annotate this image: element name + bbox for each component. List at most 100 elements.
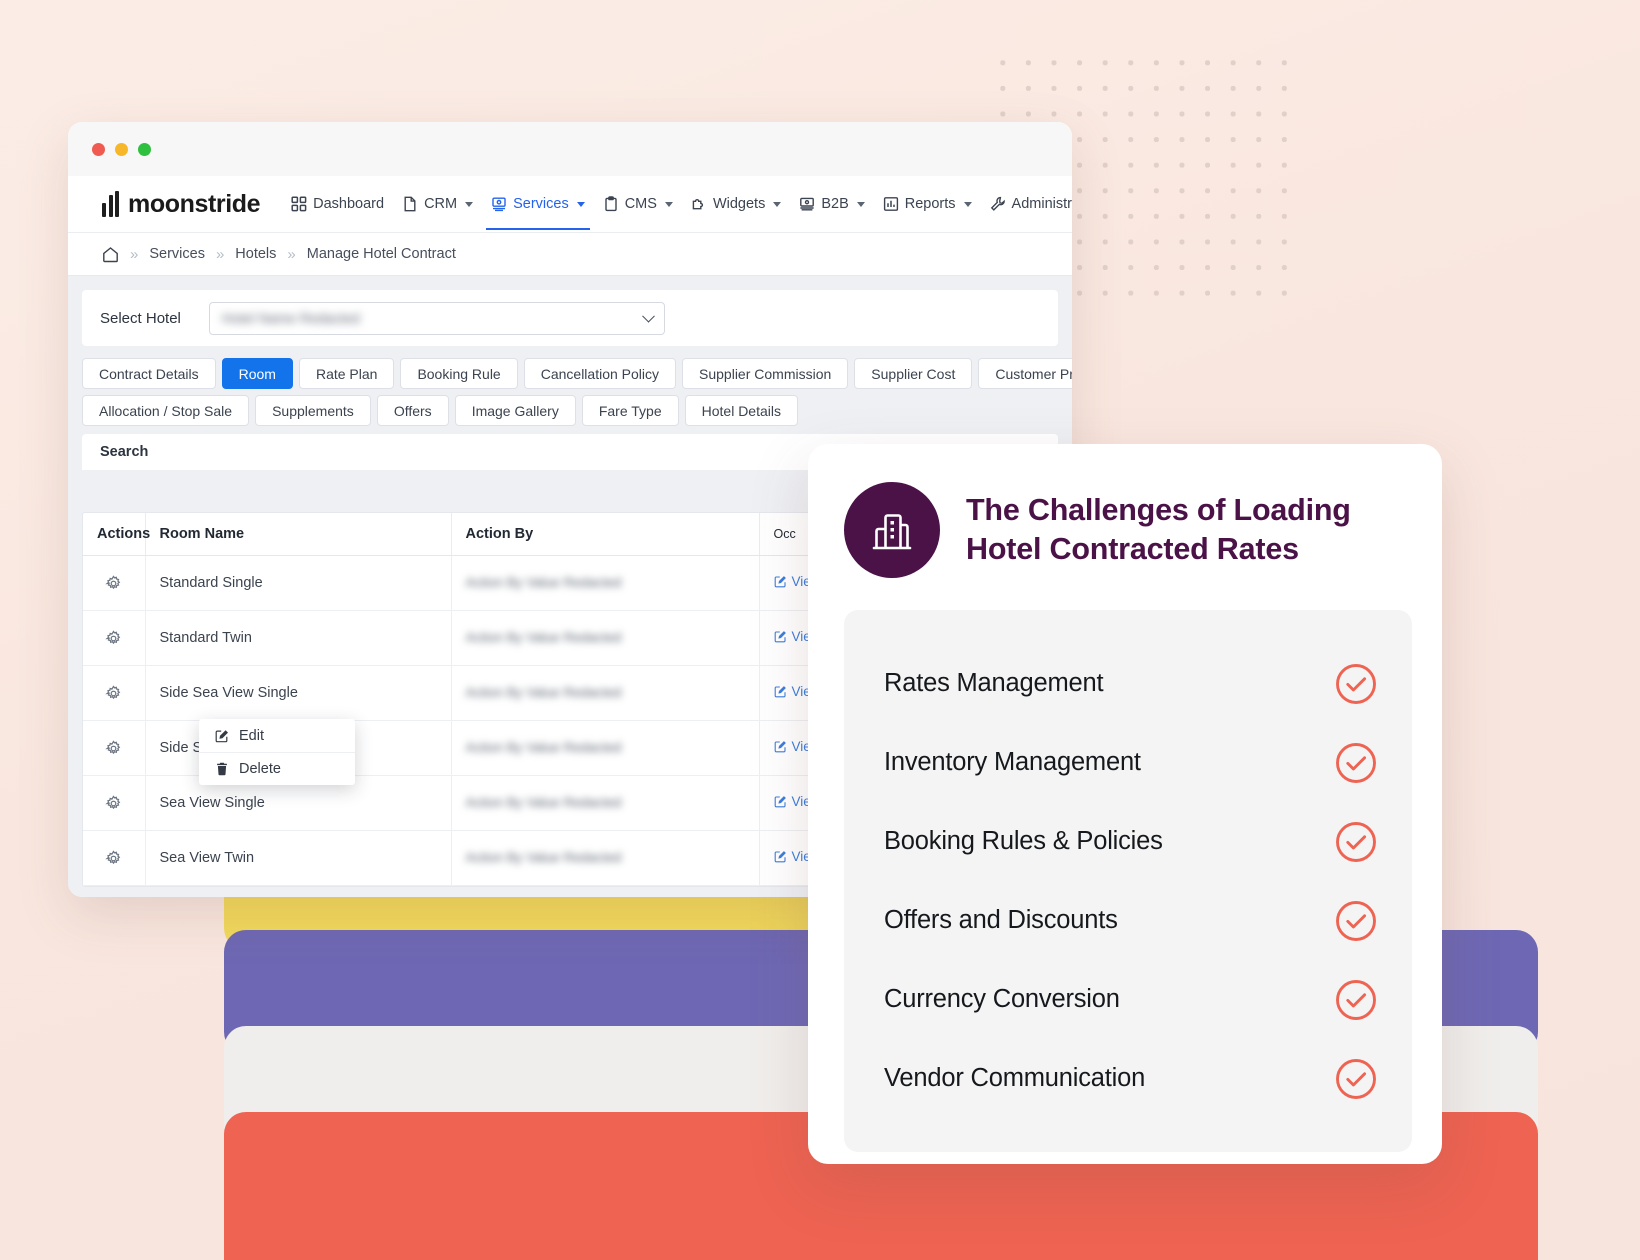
hotel-select-dropdown[interactable]: Hotel Name Redacted [208,301,665,335]
gear-icon[interactable] [97,794,131,812]
tab-customer-price[interactable]: Customer Price [978,358,1072,389]
select-hotel-label: Select Hotel [100,309,181,327]
chevron-down-icon [465,201,474,207]
contract-tabs: Contract Details Room Rate Plan Booking … [82,358,1072,426]
nav-label: CMS [624,196,657,212]
feature-item-label: Inventory Management [884,748,1141,776]
row-context-menu: Edit Delete [199,719,355,785]
browser-titlebar [68,122,1072,176]
breadcrumb-separator: » [287,245,296,263]
nav-item-cms[interactable]: CMS [594,178,682,230]
row-actions-cell[interactable] [83,665,146,721]
chevron-down-icon [963,201,972,207]
nav-item-widgets[interactable]: Widgets [682,178,790,230]
tab-allocation-stop-sale[interactable]: Allocation / Stop Sale [82,395,250,426]
breadcrumb: » Services » Hotels » Manage Hotel Contr… [68,232,1072,276]
column-header-actions: Actions [83,513,150,556]
nav-item-b2b[interactable]: B2B [790,178,873,230]
context-menu-label: Delete [239,761,281,777]
context-menu-item-edit[interactable]: Edit [199,719,355,752]
context-menu-label: Edit [239,727,264,744]
context-menu-item-delete[interactable]: Delete [199,752,355,785]
chevron-down-icon [856,201,865,207]
chevron-down-icon [664,201,673,207]
feature-list-item: Currency Conversion [884,960,1378,1039]
action-by-value: Action By Value Redacted [465,630,622,645]
row-actions-cell[interactable] [83,610,146,666]
column-header-action-by: Action By [451,513,760,556]
gear-icon[interactable] [97,684,131,702]
window-minimize-button[interactable] [115,142,128,156]
breadcrumb-item-services[interactable]: Services [149,246,205,262]
row-actions-cell[interactable] [83,555,146,611]
action-by-value: Action By Value Redacted [465,850,622,865]
nav-label: Dashboard [313,196,385,212]
gear-icon[interactable] [97,629,131,647]
action-by-value: Action By Value Redacted [465,685,622,700]
feature-item-label: Offers and Discounts [884,906,1118,934]
nav-label: Widgets [712,196,766,212]
bar-chart-icon [883,196,899,212]
cell-action-by: Action By Value Redacted [451,775,760,831]
window-maximize-button[interactable] [138,142,151,156]
cell-action-by: Action By Value Redacted [451,830,760,886]
cell-action-by: Action By Value Redacted [451,610,760,666]
contract-tabs-row-1: Contract Details Room Rate Plan Booking … [82,358,1072,389]
cell-action-by: Action By Value Redacted [451,720,760,776]
tab-fare-type[interactable]: Fare Type [581,395,679,426]
feature-card: The Challenges of Loading Hotel Contract… [808,444,1442,1164]
tab-hotel-details[interactable]: Hotel Details [684,395,798,426]
row-actions-cell[interactable] [83,830,146,886]
row-actions-cell[interactable] [83,720,146,776]
moonstride-mark-icon [102,191,119,217]
tab-cancellation-policy[interactable]: Cancellation Policy [523,358,677,389]
cell-action-by: Action By Value Redacted [451,555,760,611]
nav-item-crm[interactable]: CRM [393,178,482,230]
gear-icon[interactable] [97,574,131,592]
tab-offers[interactable]: Offers [376,395,449,426]
cell-action-by: Action By Value Redacted [451,665,760,721]
document-icon [402,196,418,212]
nav-item-administrator[interactable]: Administrator [981,178,1072,230]
tab-contract-details[interactable]: Contract Details [82,358,216,389]
nav-label: Reports [904,196,956,212]
tab-booking-rule[interactable]: Booking Rule [400,358,518,389]
breadcrumb-separator: » [215,245,225,263]
window-close-button[interactable] [92,142,105,156]
feature-card-header: The Challenges of Loading Hotel Contract… [844,482,1412,578]
nav-label: Administrator [1011,196,1072,212]
main-navbar: moonstride Dashboard CRM Services CMS Wi… [68,176,1072,232]
brand-logo[interactable]: moonstride [102,189,261,219]
nav-item-dashboard[interactable]: Dashboard [282,178,393,230]
tab-image-gallery[interactable]: Image Gallery [454,395,576,426]
cell-room-name: Sea View Twin [145,830,452,886]
tab-supplements[interactable]: Supplements [255,395,371,426]
feature-item-label: Currency Conversion [884,985,1120,1013]
wrench-icon [990,196,1006,212]
gear-icon[interactable] [97,849,131,867]
breadcrumb-item-current: Manage Hotel Contract [306,246,456,262]
check-circle-icon [1334,820,1378,864]
nav-item-reports[interactable]: Reports [874,178,981,230]
tab-room[interactable]: Room [221,358,293,389]
contract-tabs-row-2: Allocation / Stop Sale Supplements Offer… [82,395,1058,426]
tab-supplier-cost[interactable]: Supplier Cost [854,358,973,389]
action-by-value: Action By Value Redacted [465,795,622,810]
home-icon[interactable] [102,246,119,263]
tab-rate-plan[interactable]: Rate Plan [298,358,395,389]
check-circle-icon [1334,662,1378,706]
hotel-building-icon [844,482,940,578]
breadcrumb-item-hotels[interactable]: Hotels [235,246,276,262]
gear-icon[interactable] [97,739,131,757]
trash-icon [215,762,229,776]
row-actions-cell[interactable] [83,775,146,831]
feature-list-item: Inventory Management [884,723,1378,802]
tab-supplier-commission[interactable]: Supplier Commission [682,358,849,389]
feature-list: Rates Management Inventory Management Book… [844,610,1412,1152]
check-circle-icon [1334,899,1378,943]
nav-item-services[interactable]: Services [482,178,594,230]
monitor-icon [799,196,815,212]
cell-room-name: Standard Single [145,555,452,611]
brand-name: moonstride [128,189,261,218]
grid-icon [291,196,307,212]
